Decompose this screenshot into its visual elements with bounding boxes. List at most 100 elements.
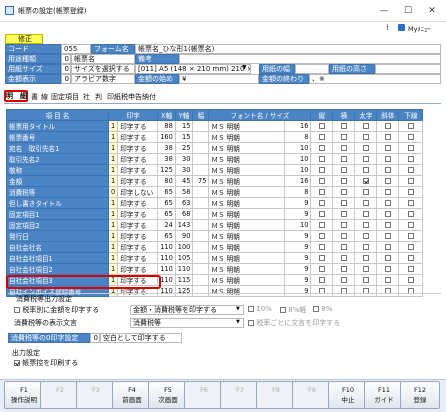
row-width[interactable]: [192, 164, 210, 176]
row-font[interactable]: ＭＳ 明朝: [208, 241, 286, 253]
row-underline-checkbox[interactable]: [398, 120, 424, 132]
menu-icon[interactable]: ⁞: [386, 23, 389, 32]
row-y[interactable]: 100: [174, 241, 194, 253]
row-name[interactable]: 宛名 取引先名1: [6, 142, 109, 154]
row-bold-checkbox[interactable]: [354, 219, 378, 231]
row-print-number[interactable]: 0: [107, 186, 119, 198]
form-name-field[interactable]: 帳票名_ひな形1(帳票名): [135, 44, 441, 54]
maximize-button[interactable]: ☐: [396, 0, 420, 22]
row-vertical-checkbox[interactable]: [310, 164, 334, 176]
row-horizontal-checkbox[interactable]: [332, 186, 356, 198]
table-row[interactable]: 敬称 1 印字する 125 30 ＭＳ 明朝 10: [6, 164, 424, 176]
row-font[interactable]: ＭＳ 明朝: [208, 131, 286, 143]
tax-by-rate-checkbox[interactable]: 税率別に金額を印字する: [14, 305, 99, 315]
row-underline-checkbox[interactable]: [398, 197, 424, 209]
row-name[interactable]: 固定項目1: [6, 208, 109, 220]
row-bold-checkbox[interactable]: [354, 197, 378, 209]
paper-number[interactable]: 0: [61, 64, 71, 74]
row-x[interactable]: 65: [157, 186, 176, 198]
row-x[interactable]: 65: [157, 230, 176, 242]
row-size[interactable]: 16: [284, 175, 312, 187]
table-row[interactable]: 帳票番号 1 印字する 160 15 ＭＳ 明朝 8: [6, 131, 424, 143]
row-name[interactable]: 取引先名2: [6, 153, 109, 165]
row-y[interactable]: 30: [174, 153, 194, 165]
row-font[interactable]: ＭＳ 明朝: [208, 197, 286, 209]
row-vertical-checkbox[interactable]: [310, 197, 334, 209]
row-size[interactable]: 10: [284, 153, 312, 165]
row-font[interactable]: ＭＳ 明朝: [208, 263, 286, 275]
row-font[interactable]: ＭＳ 明朝: [208, 142, 286, 154]
table-row[interactable]: 取引先名2 1 印字する 38 30 ＭＳ 明朝 10: [6, 153, 424, 165]
rate8-checkbox[interactable]: 8%: [313, 305, 332, 313]
row-bold-checkbox[interactable]: [354, 274, 378, 286]
row-print-number[interactable]: 1: [107, 241, 119, 253]
fkey-f6-button[interactable]: F6: [184, 381, 224, 409]
my-menu-button[interactable]: Myﾒﾆｭｰ: [408, 23, 430, 33]
table-row[interactable]: 宛名 取引先名1 1 印字する 38 25 ＭＳ 明朝 10: [6, 142, 424, 154]
row-name[interactable]: 敬称: [6, 164, 109, 176]
row-width[interactable]: [192, 208, 210, 220]
row-print-label[interactable]: 印字しない: [117, 186, 159, 198]
row-width[interactable]: [192, 274, 210, 286]
row-bold-checkbox[interactable]: [354, 175, 378, 187]
row-y[interactable]: 90: [174, 230, 194, 242]
row-bold-checkbox[interactable]: [354, 252, 378, 264]
row-size[interactable]: 9: [284, 263, 312, 275]
row-italic-checkbox[interactable]: [376, 186, 400, 198]
row-vertical-checkbox[interactable]: [310, 263, 334, 275]
row-horizontal-checkbox[interactable]: [332, 219, 356, 231]
row-size[interactable]: 9: [284, 252, 312, 264]
table-row[interactable]: 消費税等 0 印字しない 65 58 ＭＳ 明朝 8: [6, 186, 424, 198]
row-bold-checkbox[interactable]: [354, 230, 378, 242]
row-width[interactable]: [192, 197, 210, 209]
row-x[interactable]: 80: [157, 175, 176, 187]
row-bold-checkbox[interactable]: [354, 131, 378, 143]
row-print-label[interactable]: 印字する: [117, 153, 159, 165]
fkey-f11-button[interactable]: F11 ガイド: [364, 381, 404, 409]
row-print-label[interactable]: 印字する: [117, 263, 159, 275]
row-horizontal-checkbox[interactable]: [332, 263, 356, 275]
row-width[interactable]: [192, 142, 210, 154]
row-bold-checkbox[interactable]: [354, 241, 378, 253]
row-vertical-checkbox[interactable]: [310, 186, 334, 198]
chevron-down-icon[interactable]: ▼: [236, 319, 240, 325]
row-italic-checkbox[interactable]: [376, 131, 400, 143]
row-print-number[interactable]: 1: [107, 197, 119, 209]
chevron-down-icon[interactable]: ▼: [236, 306, 240, 312]
row-bold-checkbox[interactable]: [354, 164, 378, 176]
row-width[interactable]: [192, 186, 210, 198]
row-italic-checkbox[interactable]: [376, 219, 400, 231]
fkey-f3-button[interactable]: F3: [76, 381, 116, 409]
row-horizontal-checkbox[interactable]: [332, 274, 356, 286]
row-bold-checkbox[interactable]: [354, 120, 378, 132]
row-x[interactable]: 65: [157, 197, 176, 209]
row-font[interactable]: ＭＳ 明朝: [208, 120, 286, 132]
row-size[interactable]: 9: [284, 241, 312, 253]
tab-stamp[interactable]: 判: [95, 92, 102, 102]
row-horizontal-checkbox[interactable]: [332, 241, 356, 253]
rate10-checkbox[interactable]: 10%: [248, 305, 272, 313]
row-underline-checkbox[interactable]: [398, 219, 424, 231]
row-print-number[interactable]: 1: [107, 142, 119, 154]
paper-size-select[interactable]: [011] A5 (148 × 210 mm) 210 × 1: [135, 64, 251, 74]
row-name[interactable]: 帳票番号: [6, 131, 109, 143]
row-italic-checkbox[interactable]: [376, 241, 400, 253]
fkey-f2-button[interactable]: F2: [40, 381, 80, 409]
row-underline-checkbox[interactable]: [398, 230, 424, 242]
row-y[interactable]: 143: [174, 219, 194, 231]
row-print-number[interactable]: 1: [107, 120, 119, 132]
row-horizontal-checkbox[interactable]: [332, 230, 356, 242]
row-width[interactable]: 75: [192, 175, 210, 187]
use-number[interactable]: 0: [61, 54, 71, 64]
row-vertical-checkbox[interactable]: [310, 175, 334, 187]
fkey-f10-button[interactable]: F10 中止: [328, 381, 368, 409]
row-font[interactable]: ＭＳ 明朝: [208, 252, 286, 264]
row-x[interactable]: 110: [157, 241, 176, 253]
row-horizontal-checkbox[interactable]: [332, 153, 356, 165]
row-size[interactable]: 8: [284, 131, 312, 143]
row-font[interactable]: ＭＳ 明朝: [208, 164, 286, 176]
row-vertical-checkbox[interactable]: [310, 241, 334, 253]
row-y[interactable]: 15: [174, 131, 194, 143]
row-font[interactable]: ＭＳ 明朝: [208, 175, 286, 187]
row-underline-checkbox[interactable]: [398, 131, 424, 143]
